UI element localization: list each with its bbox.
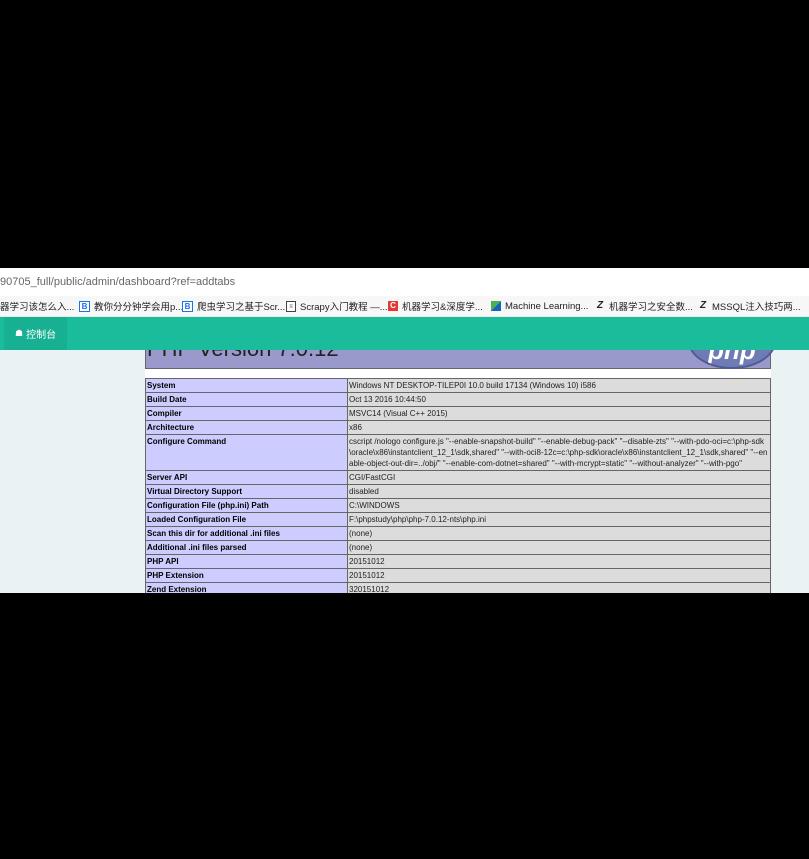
content-area: PHP Version 7.0.12 php SystemWindows NT … (0, 350, 809, 593)
table-row: Scan this dir for additional .ini files(… (145, 526, 771, 541)
bookmark-label: 机器学习之安全数... (609, 302, 693, 313)
bookmark-label: Machine Learning... (505, 300, 589, 312)
row-key: Additional .ini files parsed (145, 540, 348, 555)
book-icon: ≡ (286, 300, 296, 312)
bookmark-label: 教你分分钟学会用p... (94, 302, 184, 313)
row-value: C:\WINDOWS (347, 498, 771, 513)
bookmark-label: MSSQL注入技巧两... (712, 302, 801, 313)
table-row: System Windows NT DESKTOP-TILEP0I 10.0 bu… (145, 378, 771, 393)
phpinfo-frame: PHP Version 7.0.12 php SystemWindows NT … (145, 350, 776, 593)
row-value: CGI/FastCGI (347, 470, 771, 485)
php-version-banner: PHP Version 7.0.12 php (145, 350, 776, 369)
url-text[interactable]: 90705_full/public/admin/dashboard?ref=ad… (0, 276, 235, 288)
row-value: 20151012 (347, 554, 771, 569)
table-row: Virtual Directory Support disabled (145, 484, 771, 499)
row-key: PHP API (145, 554, 348, 569)
bookmarks-bar: 器学习该怎么入... B 教你分分钟学会用p... B 爬虫学习之基于Scr..… (0, 296, 809, 317)
table-row: Server API CGI/FastCGI (145, 470, 771, 485)
php-logo: php (688, 350, 776, 369)
row-key: Configuration File (php.ini) Path (145, 498, 348, 513)
table-row: Loaded Configuration File F:\phpstudy\php… (145, 512, 771, 527)
b-icon: B (79, 300, 90, 312)
bookmark-item[interactable]: Z MSSQL注入技巧两... (698, 299, 801, 314)
nav-dashboard-label: 控制台 (26, 330, 57, 341)
row-value: disabled (347, 484, 771, 499)
address-bar[interactable]: 90705_full/public/admin/dashboard?ref=ad… (0, 268, 809, 297)
table-row: Configuration File (php.ini) Path C:\WIND… (145, 498, 771, 513)
row-value: cscript /nologo configure.js "--enable-s… (347, 434, 771, 471)
row-key: System (145, 378, 348, 393)
row-key: PHP Extension (145, 568, 348, 583)
row-key: Loaded Configuration File (145, 512, 348, 527)
bookmark-item[interactable]: C 机器学习&深度学... (388, 299, 483, 313)
bookmark-item[interactable]: ≡ Scrapy入门教程 —... (286, 299, 388, 313)
bookmark-label: 器学习该怎么入... (0, 302, 75, 313)
row-value: x86 (347, 420, 771, 435)
row-key: Server API (145, 470, 348, 485)
phpinfo-table: System Windows NT DESKTOP-TILEP0I 10.0 bu… (145, 378, 771, 593)
z-icon: Z (699, 300, 707, 311)
admin-header: ☗ 控制台 (0, 317, 809, 350)
browser-window: 90705_full/public/admin/dashboard?ref=ad… (0, 268, 809, 593)
bookmark-item[interactable]: Z 机器学习之安全数... (595, 299, 693, 314)
row-value: (none) (347, 526, 771, 541)
row-key: Compiler (145, 406, 348, 421)
bookmark-item[interactable]: Machine Learning... (491, 299, 588, 313)
table-row: Build Date Oct 13 2016 10:44:50 (145, 392, 771, 407)
m-icon (491, 301, 501, 311)
table-row: Architecture x86 (145, 420, 771, 435)
bookmark-item[interactable]: 器学习该怎么入... (0, 299, 74, 313)
php-version-title: PHP Version 7.0.12 (147, 350, 339, 362)
bookmark-label: Scrapy入门教程 —... (300, 302, 388, 313)
table-row: PHP API 20151012 (145, 554, 771, 569)
row-value: 320151012 (347, 582, 771, 593)
b-icon: B (182, 300, 193, 312)
row-key: Build Date (145, 392, 348, 407)
row-value: Windows NT DESKTOP-TILEP0I 10.0 build 17… (347, 378, 771, 393)
row-value: Oct 13 2016 10:44:50 (347, 392, 771, 407)
table-row: Compiler MSVC14 (Visual C++ 2015) (145, 406, 771, 421)
table-row: PHP Extension 20151012 (145, 568, 771, 583)
row-value: 20151012 (347, 568, 771, 583)
nav-dashboard-tab[interactable]: ☗ 控制台 (4, 317, 68, 350)
table-row: Zend Extension 320151012 (145, 582, 771, 593)
row-value: (none) (347, 540, 771, 555)
bookmark-label: 机器学习&深度学... (402, 302, 483, 313)
row-key: Configure Command (145, 434, 348, 471)
table-row: Additional .ini files parsed (none) (145, 540, 771, 555)
row-value: MSVC14 (Visual C++ 2015) (347, 406, 771, 421)
bookmark-item[interactable]: B 爬虫学习之基于Scr... (182, 299, 285, 313)
row-key: Architecture (145, 420, 348, 435)
bookmark-item[interactable]: B 教你分分钟学会用p... (79, 299, 183, 313)
bookmark-label: 爬虫学习之基于Scr... (197, 302, 286, 313)
row-key: Zend Extension (145, 582, 348, 593)
c-icon: C (388, 301, 398, 311)
dashboard-icon: ☗ (15, 328, 24, 338)
row-key: Virtual Directory Support (145, 484, 348, 499)
table-row: Configure Command cscript /nologo configu… (145, 434, 771, 471)
z-icon: Z (596, 300, 604, 311)
row-key: Scan this dir for additional .ini files (145, 526, 348, 541)
row-value: F:\phpstudy\php\php-7.0.12-nts\php.ini (347, 512, 771, 527)
